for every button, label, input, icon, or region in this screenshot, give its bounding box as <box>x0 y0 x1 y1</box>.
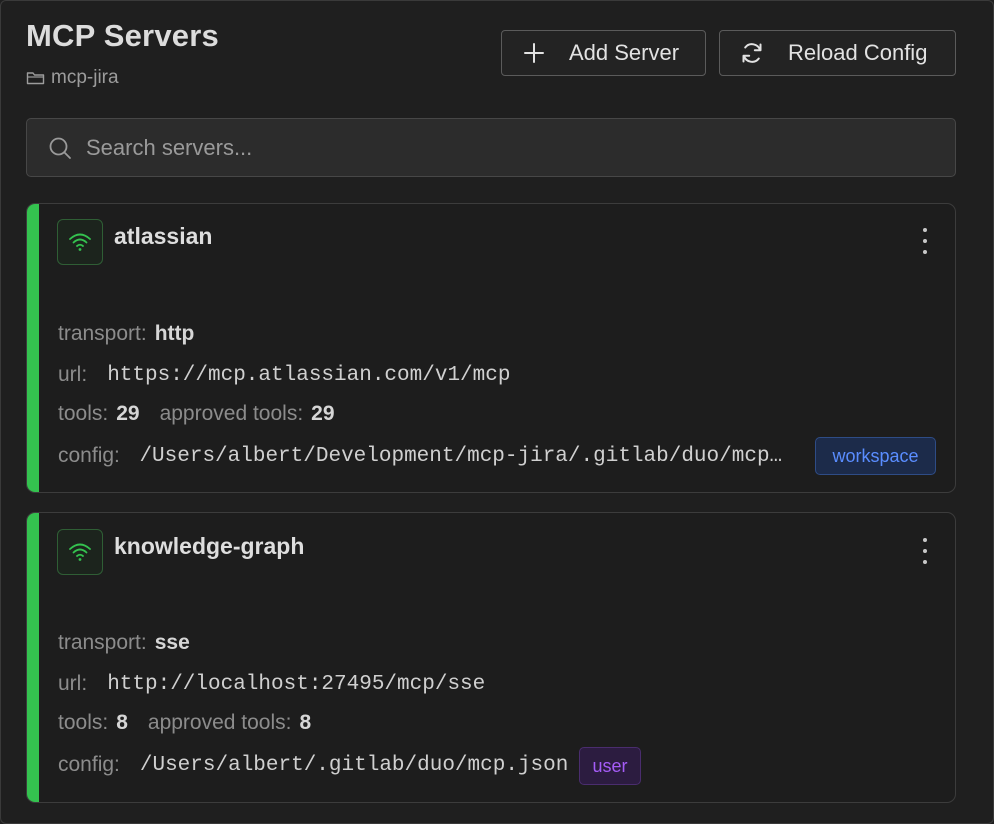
config-row: config: /Users/albert/Development/mcp-ji… <box>58 444 793 468</box>
search-bar <box>26 118 956 177</box>
server-name: knowledge-graph <box>114 533 304 560</box>
plus-icon <box>523 42 545 64</box>
status-accent-bar <box>27 204 39 492</box>
connection-status <box>57 529 103 575</box>
url-value: https://mcp.atlassian.com/v1/mcp <box>107 364 510 387</box>
add-server-label: Add Server <box>569 40 679 66</box>
server-card-atlassian[interactable]: atlassian transport: http url: https://m… <box>26 203 956 493</box>
tools-label: tools: <box>58 711 108 735</box>
config-path: /Users/albert/Development/mcp-jira/.gitl… <box>139 445 793 468</box>
scope-badge: user <box>579 747 641 785</box>
tools-count: 29 <box>116 402 139 426</box>
tools-row: tools: 8 approved tools: 8 <box>58 711 311 735</box>
approved-tools-count: 8 <box>300 711 312 735</box>
config-label: config: <box>58 753 120 777</box>
tools-count: 8 <box>116 711 128 735</box>
approved-tools-count: 29 <box>311 402 334 426</box>
add-server-button[interactable]: Add Server <box>501 30 706 76</box>
transport-row: transport: sse <box>58 631 190 655</box>
config-path: /Users/albert/.gitlab/duo/mcp.json <box>140 754 568 777</box>
search-icon <box>48 136 72 160</box>
more-options-icon[interactable] <box>919 228 931 254</box>
page-title: MCP Servers <box>26 18 219 54</box>
url-label: url: <box>58 672 87 696</box>
reload-config-button[interactable]: Reload Config <box>719 30 956 76</box>
wifi-icon <box>67 541 93 563</box>
tools-row: tools: 29 approved tools: 29 <box>58 402 335 426</box>
approved-tools-label: approved tools: <box>160 402 304 426</box>
folder-icon <box>26 70 45 86</box>
server-card-knowledge-graph[interactable]: knowledge-graph transport: sse url: http… <box>26 512 956 803</box>
tools-label: tools: <box>58 402 108 426</box>
url-value: http://localhost:27495/mcp/sse <box>107 673 485 696</box>
config-row: config: /Users/albert/.gitlab/duo/mcp.js… <box>58 753 568 777</box>
transport-label: transport: <box>58 322 147 346</box>
more-options-icon[interactable] <box>919 538 931 564</box>
search-input[interactable] <box>86 135 955 161</box>
refresh-icon <box>740 41 764 65</box>
workspace-indicator: mcp-jira <box>26 67 119 89</box>
status-accent-bar <box>27 513 39 802</box>
url-row: url: https://mcp.atlassian.com/v1/mcp <box>58 363 510 387</box>
reload-config-label: Reload Config <box>788 40 927 66</box>
approved-tools-label: approved tools: <box>148 711 292 735</box>
transport-value: http <box>155 322 195 346</box>
url-label: url: <box>58 363 87 387</box>
config-label: config: <box>58 444 120 468</box>
server-name: atlassian <box>114 223 212 250</box>
transport-value: sse <box>155 631 190 655</box>
scope-badge: workspace <box>815 437 936 475</box>
transport-label: transport: <box>58 631 147 655</box>
mcp-servers-panel: MCP Servers mcp-jira Add Server Reload C… <box>0 0 994 824</box>
workspace-name: mcp-jira <box>51 67 119 89</box>
url-row: url: http://localhost:27495/mcp/sse <box>58 672 485 696</box>
transport-row: transport: http <box>58 322 194 346</box>
connection-status <box>57 219 103 265</box>
wifi-icon <box>67 231 93 253</box>
